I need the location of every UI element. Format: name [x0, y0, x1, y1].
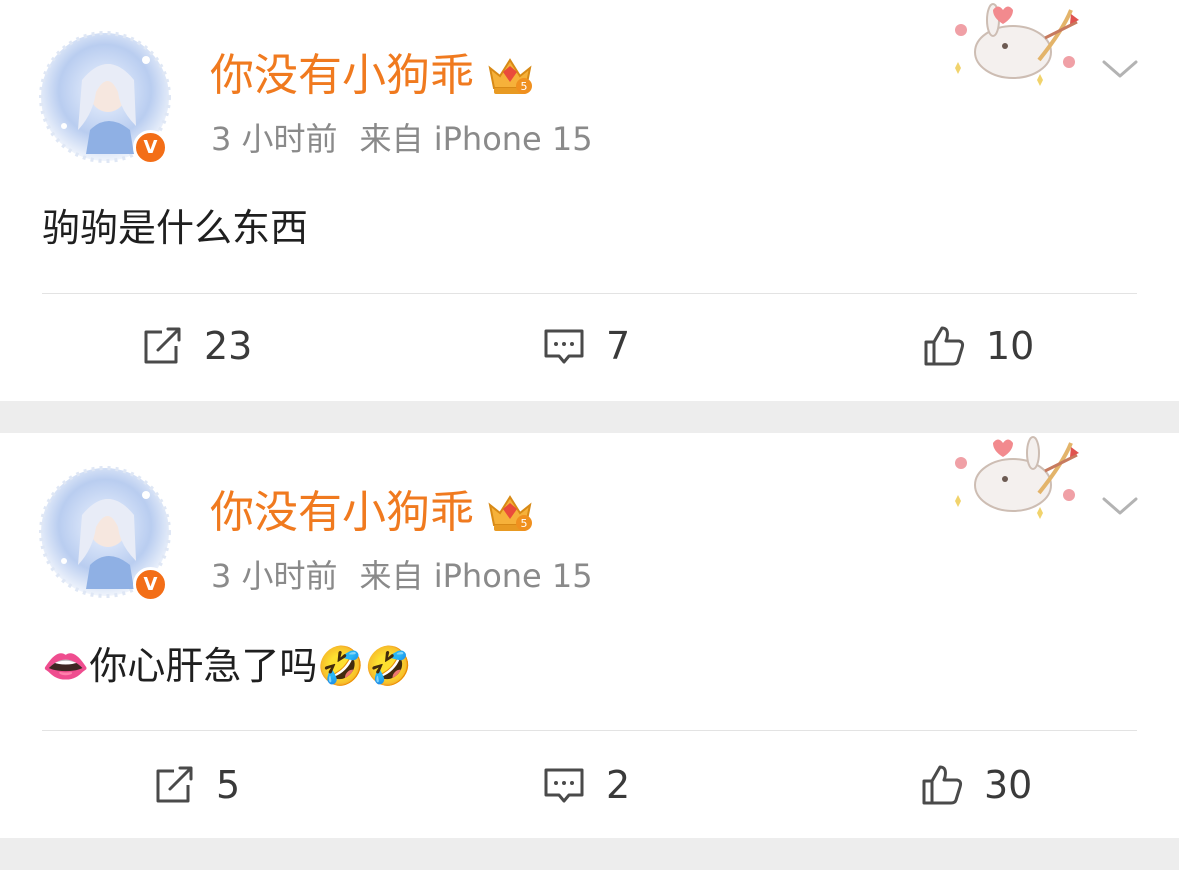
- post-meta: 3 小时前 来自 iPhone 15: [211, 119, 593, 159]
- repost-count: 5: [216, 763, 241, 807]
- like-count: 30: [984, 763, 1033, 807]
- crown-vip-icon[interactable]: 5: [486, 54, 534, 98]
- vip-level: 5: [521, 517, 528, 530]
- repost-button[interactable]: 23: [140, 323, 252, 369]
- comment-count: 7: [606, 324, 631, 368]
- verified-badge-icon: V: [133, 130, 168, 165]
- post-source: 来自 iPhone 15: [359, 557, 593, 595]
- username[interactable]: 你没有小狗乖: [210, 487, 474, 539]
- post-card[interactable]: V 你没有小狗乖 5 3 小时前 来自 iPhone 15: [0, 0, 1179, 401]
- repost-count: 23: [204, 324, 253, 368]
- verified-badge-icon: V: [133, 567, 168, 602]
- chevron-down-icon[interactable]: [1100, 56, 1140, 82]
- comment-icon: [544, 768, 584, 803]
- like-icon: [924, 326, 965, 366]
- post-source: 来自 iPhone 15: [359, 120, 593, 158]
- post-meta: 3 小时前 来自 iPhone 15: [211, 556, 593, 596]
- like-button[interactable]: 10: [922, 323, 1034, 369]
- like-icon: [922, 765, 963, 805]
- post-time: 3 小时前: [211, 557, 338, 595]
- post-card[interactable]: V 你没有小狗乖 5 3 小时前 来自 iPhone 15: [0, 433, 1179, 838]
- crown-vip-icon[interactable]: 5: [486, 491, 534, 535]
- divider: [42, 730, 1137, 731]
- bunny-cupid-decoration: [955, 436, 1079, 519]
- comment-button[interactable]: 7: [542, 323, 630, 369]
- vip-level: 5: [521, 80, 528, 93]
- comment-icon: [544, 329, 584, 364]
- post-content: 👄你心肝急了吗🤣🤣: [42, 641, 412, 691]
- rolling-laughing-emoji: 🤣🤣: [317, 644, 412, 688]
- post-content-text: 你心肝急了吗: [89, 644, 318, 688]
- post-content: 驹驹是什么东西: [42, 206, 309, 250]
- bunny-cupid-decoration: [955, 3, 1079, 86]
- lips-emoji: 👄: [42, 644, 90, 688]
- comment-count: 2: [606, 763, 631, 807]
- comment-button[interactable]: 2: [542, 762, 630, 808]
- chevron-down-icon[interactable]: [1100, 493, 1140, 519]
- divider: [42, 293, 1137, 294]
- username[interactable]: 你没有小狗乖: [210, 50, 474, 102]
- repost-button[interactable]: 5: [152, 762, 240, 808]
- post-time: 3 小时前: [211, 120, 338, 158]
- weibo-feed: V 你没有小狗乖 5 3 小时前 来自 iPhone 15 驹驹是什么东西 23…: [0, 0, 1179, 876]
- repost-icon: [156, 766, 193, 803]
- like-button[interactable]: 30: [920, 762, 1032, 808]
- repost-icon: [144, 327, 181, 364]
- like-count: 10: [986, 324, 1035, 368]
- post-card[interactable]: [0, 870, 1179, 876]
